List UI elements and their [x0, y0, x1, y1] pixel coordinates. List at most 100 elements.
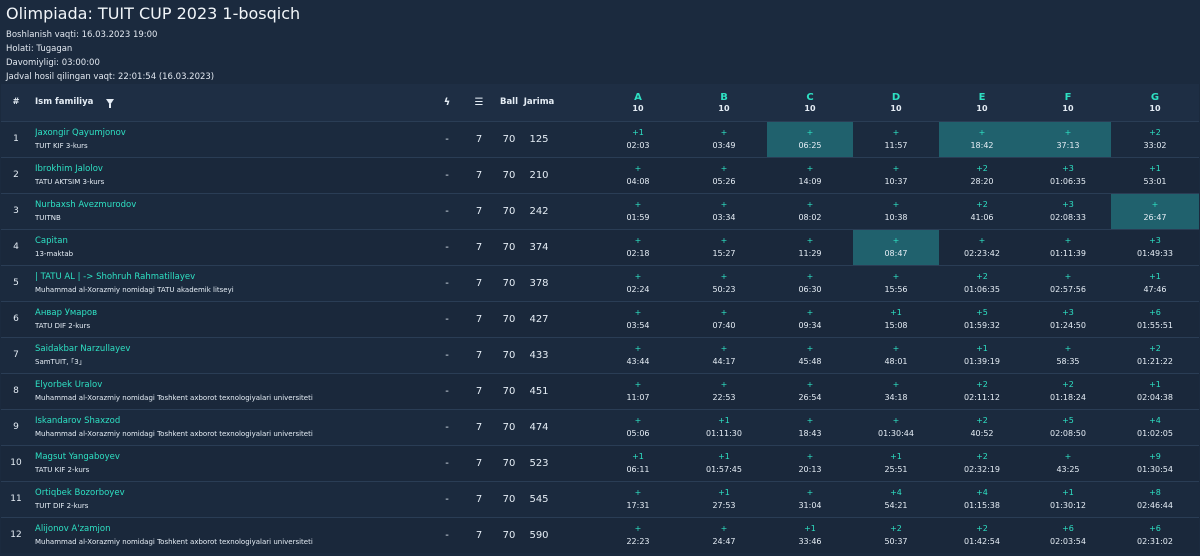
participant-name[interactable]: Jaxongir Qayumjonov [35, 127, 431, 140]
list-icon[interactable]: ☰ [475, 97, 484, 108]
participant-cell: Ibrokhim Jalolov TATU AKTSIM 3-kurs [31, 157, 431, 193]
lightning-icon[interactable]: ϟ [444, 97, 451, 108]
table-row[interactable]: 6 Анвар Умаров TATU DIF 2-kurs - 7 70 427 +03:5… [1, 301, 1199, 337]
participant-name[interactable]: Saidakbar Narzullayev [35, 343, 431, 356]
spacer-cell [555, 121, 595, 157]
participant-name[interactable]: Nurbaxsh Avezmurodov [35, 199, 431, 212]
problem-header-e[interactable]: E 10 [939, 84, 1025, 121]
dash-cell: - [445, 457, 449, 469]
table-row[interactable]: 3 Nurbaxsh Avezmurodov TUITNB - 7 70 242 +01:59… [1, 193, 1199, 229]
attempts: + [806, 164, 814, 173]
attempts: +1 [632, 452, 644, 461]
rank-cell: 5 [13, 278, 19, 288]
problem-result-cell: +6 01:55:51 [1111, 301, 1199, 337]
solve-time: 06:25 [798, 141, 822, 150]
problem-result-cell: +08:47 [853, 229, 939, 265]
problem-result-cell: +11:07 [595, 373, 681, 409]
problem-result-cell: +20:13 [767, 445, 853, 481]
attempts: + [806, 380, 814, 389]
participant-name[interactable]: Iskandarov Shaxzod [35, 415, 431, 428]
jarima-cell: 433 [529, 349, 549, 361]
problem-letter[interactable]: D [853, 91, 939, 104]
attempts: +1 [1062, 488, 1074, 497]
table-row[interactable]: 12 Alijonov A'zamjon Muhammad al-Xorazmiy … [1, 517, 1199, 553]
attempts: + [1064, 236, 1072, 245]
table-row[interactable]: 5 | TATU AL | -> Shohruh Rahmatillayev Muh… [1, 265, 1199, 301]
attempts: +1 [890, 452, 902, 461]
table-row[interactable]: 1 Jaxongir Qayumjonov TUIT KIF 3-kurs - 7 70 1… [1, 121, 1199, 157]
problem-result-cell: +22:23 [595, 517, 681, 553]
problem-result-cell: +2 33:02 [1111, 121, 1199, 157]
table-row[interactable]: 7 Saidakbar Narzullayev SamTUIT, ｢3｣ - 7 70 43… [1, 337, 1199, 373]
problem-result-cell: +1 27:53 [681, 481, 767, 517]
table-row[interactable]: 4 Capitan 13-maktab -7 70 374 +02:18 +15:27 +11:… [1, 229, 1199, 265]
problem-result-cell: +10:38 [853, 193, 939, 229]
participant-institution: Muhammad al-Xorazmiy nomidagi Toshkent a… [35, 537, 313, 546]
attempts: + [634, 344, 642, 353]
problem-header-d[interactable]: D 10 [853, 84, 939, 121]
solved-cell: 7 [475, 169, 483, 181]
table-row[interactable]: 9 Iskandarov Shaxzod Muhammad al-Xorazmiy … [1, 409, 1199, 445]
solve-time: 26:54 [798, 393, 822, 402]
solve-time: 05:26 [712, 177, 736, 186]
participant-name[interactable]: Elyorbek Uralov [35, 379, 431, 392]
problem-result-cell: +1 01:30:12 [1025, 481, 1111, 517]
problem-letter[interactable]: B [681, 91, 767, 104]
ball-cell: 70 [502, 205, 516, 217]
problem-letter[interactable]: A [595, 91, 681, 104]
attempts: +2 [890, 524, 902, 534]
solve-time: 01:42:54 [964, 537, 1000, 547]
participant-name[interactable]: Ortiqbek Bozorboyev [35, 487, 431, 500]
ball-cell: 70 [502, 241, 516, 253]
start-time: Boshlanish vaqti: 16.03.2023 19:00 [6, 30, 158, 40]
table-row[interactable]: 10 Magsut Yangaboyev TATU KIF 2-kurs - 7 70 52… [1, 445, 1199, 481]
solve-time: 01:06:35 [1050, 177, 1086, 186]
problem-header-g[interactable]: G 10 [1111, 84, 1199, 121]
sort-icon-header[interactable]: ϟ [431, 84, 463, 121]
solve-time: 17:31 [626, 501, 650, 510]
dash-cell: - [445, 241, 449, 253]
problem-result-cell: +31:04 [767, 481, 853, 517]
participant-name[interactable]: Alijonov A'zamjon [35, 523, 431, 536]
attempts: + [634, 272, 642, 281]
problem-letter[interactable]: G [1111, 91, 1199, 104]
solve-time: 18:43 [798, 429, 822, 438]
problem-result-cell: +02:23:42 [939, 229, 1025, 265]
filter-icon[interactable] [106, 98, 115, 108]
problem-result-cell: +15:56 [853, 265, 939, 301]
attempts: +1 [718, 488, 730, 497]
participant-name[interactable]: Capitan [35, 235, 431, 248]
table-row[interactable]: 8 Elyorbek Uralov Muhammad al-Xorazmiy nom… [1, 373, 1199, 409]
solve-time: 40:52 [970, 429, 994, 438]
table-row[interactable]: 2 Ibrokhim Jalolov TATU AKTSIM 3-kurs - 7 70 2… [1, 157, 1199, 193]
problem-header-a[interactable]: A 10 [595, 84, 681, 121]
problem-letter[interactable]: E [939, 91, 1025, 104]
problem-header-c[interactable]: C 10 [767, 84, 853, 121]
solve-time: 03:49 [712, 141, 736, 150]
participant-name[interactable]: Анвар Умаров [35, 307, 431, 320]
problem-letter[interactable]: C [767, 91, 853, 104]
participant-cell: Iskandarov Shaxzod Muhammad al-Xorazmiy n… [31, 409, 431, 445]
table-row[interactable]: 11 Ortiqbek Bozorboyev TUIT DIF 2-kurs - 7 70… [1, 481, 1199, 517]
problem-points: 10 [718, 104, 730, 114]
attempts: +1 [632, 128, 644, 137]
name-header[interactable]: Ism familiya [31, 84, 431, 121]
solved-header[interactable]: ☰ [463, 84, 495, 121]
attempts: +3 [1149, 236, 1161, 245]
solve-time: 24:47 [712, 537, 736, 547]
participant-name[interactable]: | TATU AL | -> Shohruh Rahmatillayev [35, 271, 431, 284]
problem-header-f[interactable]: F 10 [1025, 84, 1111, 121]
participant-name[interactable]: Ibrokhim Jalolov [35, 163, 431, 176]
problem-header-b[interactable]: B 10 [681, 84, 767, 121]
problem-result-cell: +1 06:11 [595, 445, 681, 481]
solve-time: 01:30:12 [1050, 501, 1086, 510]
spacer-cell [555, 373, 595, 409]
participant-name[interactable]: Magsut Yangaboyev [35, 451, 431, 464]
solve-time: 44:17 [712, 357, 736, 366]
solve-time: 47:46 [1143, 285, 1167, 294]
problem-result-cell: +2 01:18:24 [1025, 373, 1111, 409]
problem-letter[interactable]: F [1025, 91, 1111, 104]
attempts: + [634, 416, 642, 425]
attempts: +1 [1149, 164, 1161, 173]
attempts: +2 [976, 452, 988, 461]
